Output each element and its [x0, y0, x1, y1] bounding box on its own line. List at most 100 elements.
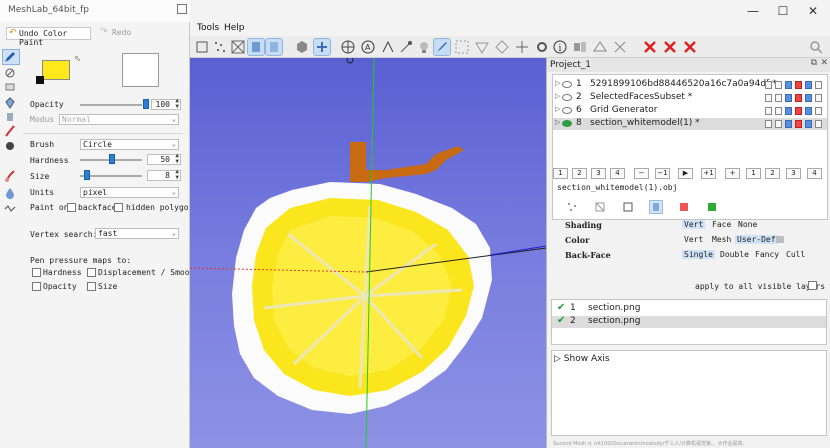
size-slider-handle[interactable]: [84, 170, 90, 180]
layer-wire-icon[interactable]: [815, 120, 822, 128]
info-icon[interactable]: i: [552, 39, 568, 55]
backface-cull[interactable]: Cull: [784, 250, 807, 259]
box-icon[interactable]: [194, 39, 210, 55]
pen-icon[interactable]: [2, 49, 20, 65]
delete-all-icon[interactable]: [682, 39, 698, 55]
tab-raster-icon[interactable]: [706, 201, 718, 213]
shading-vert[interactable]: Vert: [682, 220, 706, 229]
layer-color-icon[interactable]: [795, 120, 802, 128]
measure-icon[interactable]: [380, 39, 396, 55]
color-user-def[interactable]: User-Def: [735, 235, 778, 244]
layer-row[interactable]: ▷ 1 5291899106bd88446520a16c7a0a94df *: [553, 79, 827, 91]
flat-icon[interactable]: [247, 38, 265, 56]
layer-texture-icon[interactable]: [775, 94, 782, 102]
units-select[interactable]: pixel ⌄: [80, 187, 179, 198]
wire-icon[interactable]: [230, 39, 246, 55]
layer-wire-icon[interactable]: [815, 94, 822, 102]
layer-wire-icon[interactable]: [815, 107, 822, 115]
nav-button-plus-one[interactable]: +1: [701, 168, 716, 179]
delete-vertices-icon[interactable]: [642, 39, 658, 55]
pen-hardness-checkbox[interactable]: [32, 268, 41, 277]
menu-tools[interactable]: Tools: [197, 23, 219, 33]
layer-row[interactable]: ▷ 2 SelectedFacesSubset *: [553, 92, 827, 104]
nav-button-r3[interactable]: 3: [786, 168, 801, 179]
bucket-icon[interactable]: [3, 96, 19, 110]
expand-icon[interactable]: ▷: [555, 105, 560, 113]
apply-all-layers-checkbox[interactable]: [808, 281, 817, 290]
modus-select[interactable]: Normal ⌄: [59, 114, 179, 125]
color-brush-icon[interactable]: [3, 124, 19, 138]
layer-normal-icon[interactable]: [805, 107, 812, 115]
gear-icon[interactable]: [534, 39, 550, 55]
nav-button-3[interactable]: 3: [591, 168, 606, 179]
droplet-icon[interactable]: [3, 186, 19, 200]
layer-bbox-icon[interactable]: [785, 120, 792, 128]
layer-row[interactable]: ▷ 6 Grid Generator: [553, 105, 827, 117]
nav-button-plus[interactable]: +: [725, 168, 740, 179]
layer-info-icon[interactable]: [765, 94, 772, 102]
nav-button-r2[interactable]: 2: [765, 168, 780, 179]
opacity-slider-track[interactable]: [80, 104, 142, 106]
layer-row-selected[interactable]: ▷ 8 section_whitemodel(1) *: [553, 118, 827, 130]
backface-single[interactable]: Single: [682, 250, 715, 259]
expand-icon[interactable]: ▷: [555, 92, 560, 100]
vertex-search-select[interactable]: fast ⌄: [95, 228, 179, 239]
opacity-spinbox[interactable]: 100 ▲ ▼: [151, 98, 181, 110]
tab-bbox-icon[interactable]: [622, 201, 634, 213]
move-icon[interactable]: [514, 39, 530, 55]
points-icon[interactable]: [212, 39, 228, 55]
float-icon[interactable]: [177, 4, 187, 14]
layer-color-icon[interactable]: [795, 81, 802, 89]
pipette-icon[interactable]: [3, 66, 19, 80]
expand-icon[interactable]: ▷: [555, 79, 560, 87]
select-conn-icon[interactable]: [494, 39, 510, 55]
layer-texture-icon[interactable]: [775, 107, 782, 115]
close-panel-icon[interactable]: ✕: [820, 58, 828, 68]
expand-icon[interactable]: ▷: [555, 118, 560, 126]
layer-texture-icon[interactable]: [775, 120, 782, 128]
delete-faces-icon[interactable]: [662, 39, 678, 55]
layer-info-icon[interactable]: [765, 107, 772, 115]
annotate-icon[interactable]: A: [360, 39, 376, 55]
layer-info-icon[interactable]: [765, 81, 772, 89]
backface-fancy[interactable]: Fancy: [753, 250, 781, 259]
select-faces-icon[interactable]: [474, 39, 490, 55]
texture-row[interactable]: ✔ 1 section.png: [552, 302, 826, 315]
show-axis-item[interactable]: ▷ Show Axis: [554, 354, 610, 364]
tab-texture-icon[interactable]: [678, 201, 690, 213]
select-vertex-icon[interactable]: [454, 39, 470, 55]
pen-size-checkbox[interactable]: [87, 282, 96, 291]
layer-normal-icon[interactable]: [805, 81, 812, 89]
redo-button[interactable]: ↷ Redo: [98, 27, 158, 40]
menu-help[interactable]: Help: [224, 23, 245, 33]
shading-none[interactable]: None: [736, 220, 759, 229]
ref-icon[interactable]: [592, 39, 608, 55]
layer-wire-icon[interactable]: [815, 81, 822, 89]
pen-opacity-checkbox[interactable]: [32, 282, 41, 291]
hardness-spinbox[interactable]: 50 ▲ ▼: [147, 153, 181, 165]
layer-color-icon[interactable]: [795, 107, 802, 115]
layer-texture-icon[interactable]: [775, 81, 782, 89]
nav-button-play[interactable]: ▶: [678, 168, 693, 179]
brush-icon[interactable]: [3, 110, 19, 124]
hidden-polygons-checkbox[interactable]: [114, 203, 123, 212]
maximize-button[interactable]: ☐: [766, 0, 800, 22]
nav-button-r1[interactable]: 1: [746, 168, 761, 179]
noise-icon[interactable]: [3, 202, 19, 216]
shading-face[interactable]: Face: [710, 220, 733, 229]
nav-button-r4[interactable]: 4: [807, 168, 822, 179]
cube-icon[interactable]: [294, 39, 310, 55]
hardness-slider-handle[interactable]: [109, 154, 115, 164]
transform-icon[interactable]: [612, 39, 628, 55]
trackball-icon[interactable]: [313, 38, 331, 56]
color-reset-icon[interactable]: [36, 76, 44, 84]
tab-solid-icon[interactable]: [649, 200, 663, 214]
layer-bbox-icon[interactable]: [785, 94, 792, 102]
nav-button-minus[interactable]: −: [634, 168, 649, 179]
nav-button-4[interactable]: 4: [610, 168, 625, 179]
visibility-icon[interactable]: [562, 120, 572, 127]
close-button[interactable]: ✕: [796, 0, 830, 22]
visibility-icon[interactable]: [562, 81, 572, 88]
layer-normal-icon[interactable]: [805, 94, 812, 102]
3d-viewport[interactable]: [190, 58, 546, 448]
